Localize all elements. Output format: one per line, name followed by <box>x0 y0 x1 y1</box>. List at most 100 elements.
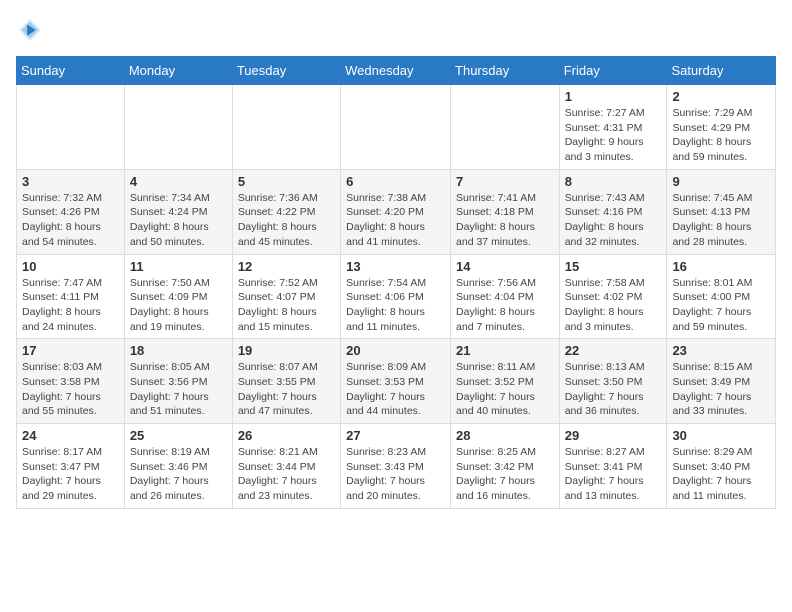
calendar-cell: 28 Sunrise: 8:25 AM Sunset: 3:42 PM Dayli… <box>451 424 560 509</box>
calendar-cell: 13 Sunrise: 7:54 AM Sunset: 4:06 PM Dayli… <box>341 254 451 339</box>
day-number: 4 <box>130 174 227 189</box>
calendar-cell <box>124 85 232 170</box>
day-number: 3 <box>22 174 119 189</box>
day-info: Sunrise: 8:17 AM Sunset: 3:47 PM Dayligh… <box>22 445 119 504</box>
day-info: Sunrise: 8:21 AM Sunset: 3:44 PM Dayligh… <box>238 445 335 504</box>
day-info: Sunrise: 7:45 AM Sunset: 4:13 PM Dayligh… <box>672 191 770 250</box>
day-info: Sunrise: 8:07 AM Sunset: 3:55 PM Dayligh… <box>238 360 335 419</box>
day-number: 24 <box>22 428 119 443</box>
day-number: 12 <box>238 259 335 274</box>
day-info: Sunrise: 7:38 AM Sunset: 4:20 PM Dayligh… <box>346 191 445 250</box>
day-number: 13 <box>346 259 445 274</box>
day-number: 9 <box>672 174 770 189</box>
day-info: Sunrise: 7:29 AM Sunset: 4:29 PM Dayligh… <box>672 106 770 165</box>
day-info: Sunrise: 8:23 AM Sunset: 3:43 PM Dayligh… <box>346 445 445 504</box>
calendar-cell <box>17 85 125 170</box>
day-info: Sunrise: 8:15 AM Sunset: 3:49 PM Dayligh… <box>672 360 770 419</box>
day-number: 25 <box>130 428 227 443</box>
day-info: Sunrise: 8:05 AM Sunset: 3:56 PM Dayligh… <box>130 360 227 419</box>
day-of-week-friday: Friday <box>559 57 667 85</box>
day-number: 27 <box>346 428 445 443</box>
day-number: 30 <box>672 428 770 443</box>
day-of-week-wednesday: Wednesday <box>341 57 451 85</box>
calendar-week-row: 3Sunrise: 7:32 AM Sunset: 4:26 PM Daylig… <box>17 169 776 254</box>
calendar-cell: 19 Sunrise: 8:07 AM Sunset: 3:55 PM Dayli… <box>232 339 340 424</box>
calendar-cell: 21Sunrise: 8:11 AM Sunset: 3:52 PM Dayli… <box>451 339 560 424</box>
day-number: 1 <box>565 89 662 104</box>
day-number: 10 <box>22 259 119 274</box>
calendar-cell: 17 Sunrise: 8:03 AM Sunset: 3:58 PM Dayli… <box>17 339 125 424</box>
calendar-cell: 5 Sunrise: 7:36 AM Sunset: 4:22 PM Daylig… <box>232 169 340 254</box>
day-info: Sunrise: 8:03 AM Sunset: 3:58 PM Dayligh… <box>22 360 119 419</box>
day-info: Sunrise: 7:56 AM Sunset: 4:04 PM Dayligh… <box>456 276 554 335</box>
day-number: 6 <box>346 174 445 189</box>
day-info: Sunrise: 8:19 AM Sunset: 3:46 PM Dayligh… <box>130 445 227 504</box>
day-number: 28 <box>456 428 554 443</box>
calendar-cell <box>232 85 340 170</box>
calendar-cell: 30Sunrise: 8:29 AM Sunset: 3:40 PM Dayli… <box>667 424 776 509</box>
day-number: 2 <box>672 89 770 104</box>
logo-icon <box>16 16 44 44</box>
day-number: 7 <box>456 174 554 189</box>
calendar-week-row: 10 Sunrise: 7:47 AM Sunset: 4:11 PM Dayli… <box>17 254 776 339</box>
calendar-cell: 26 Sunrise: 8:21 AM Sunset: 3:44 PM Dayli… <box>232 424 340 509</box>
calendar-cell: 25 Sunrise: 8:19 AM Sunset: 3:46 PM Dayli… <box>124 424 232 509</box>
calendar-cell <box>341 85 451 170</box>
calendar-cell: 16 Sunrise: 8:01 AM Sunset: 4:00 PM Dayli… <box>667 254 776 339</box>
day-number: 23 <box>672 343 770 358</box>
day-info: Sunrise: 7:34 AM Sunset: 4:24 PM Dayligh… <box>130 191 227 250</box>
day-info: Sunrise: 7:43 AM Sunset: 4:16 PM Dayligh… <box>565 191 662 250</box>
day-number: 17 <box>22 343 119 358</box>
calendar-cell: 7 Sunrise: 7:41 AM Sunset: 4:18 PM Daylig… <box>451 169 560 254</box>
day-info: Sunrise: 7:47 AM Sunset: 4:11 PM Dayligh… <box>22 276 119 335</box>
day-number: 16 <box>672 259 770 274</box>
day-number: 18 <box>130 343 227 358</box>
day-info: Sunrise: 8:11 AM Sunset: 3:52 PM Dayligh… <box>456 360 554 419</box>
calendar-cell: 2 Sunrise: 7:29 AM Sunset: 4:29 PM Daylig… <box>667 85 776 170</box>
calendar-cell: 9 Sunrise: 7:45 AM Sunset: 4:13 PM Daylig… <box>667 169 776 254</box>
page-header <box>16 16 776 44</box>
day-number: 15 <box>565 259 662 274</box>
calendar-cell: 14 Sunrise: 7:56 AM Sunset: 4:04 PM Dayli… <box>451 254 560 339</box>
calendar-header-row: SundayMondayTuesdayWednesdayThursdayFrid… <box>17 57 776 85</box>
calendar-cell: 10 Sunrise: 7:47 AM Sunset: 4:11 PM Dayli… <box>17 254 125 339</box>
day-of-week-saturday: Saturday <box>667 57 776 85</box>
day-number: 5 <box>238 174 335 189</box>
calendar-cell: 20Sunrise: 8:09 AM Sunset: 3:53 PM Dayli… <box>341 339 451 424</box>
day-of-week-tuesday: Tuesday <box>232 57 340 85</box>
calendar-cell: 23 Sunrise: 8:15 AM Sunset: 3:49 PM Dayli… <box>667 339 776 424</box>
day-info: Sunrise: 7:36 AM Sunset: 4:22 PM Dayligh… <box>238 191 335 250</box>
day-number: 8 <box>565 174 662 189</box>
day-number: 29 <box>565 428 662 443</box>
calendar-cell: 1 Sunrise: 7:27 AM Sunset: 4:31 PM Daylig… <box>559 85 667 170</box>
day-info: Sunrise: 8:25 AM Sunset: 3:42 PM Dayligh… <box>456 445 554 504</box>
day-info: Sunrise: 7:54 AM Sunset: 4:06 PM Dayligh… <box>346 276 445 335</box>
day-info: Sunrise: 7:41 AM Sunset: 4:18 PM Dayligh… <box>456 191 554 250</box>
calendar-week-row: 24 Sunrise: 8:17 AM Sunset: 3:47 PM Dayli… <box>17 424 776 509</box>
logo <box>16 16 48 44</box>
day-info: Sunrise: 8:13 AM Sunset: 3:50 PM Dayligh… <box>565 360 662 419</box>
day-of-week-thursday: Thursday <box>451 57 560 85</box>
calendar-cell: 6 Sunrise: 7:38 AM Sunset: 4:20 PM Daylig… <box>341 169 451 254</box>
calendar-cell: 11Sunrise: 7:50 AM Sunset: 4:09 PM Dayli… <box>124 254 232 339</box>
calendar-cell: 12 Sunrise: 7:52 AM Sunset: 4:07 PM Dayli… <box>232 254 340 339</box>
day-info: Sunrise: 7:27 AM Sunset: 4:31 PM Dayligh… <box>565 106 662 165</box>
day-info: Sunrise: 8:01 AM Sunset: 4:00 PM Dayligh… <box>672 276 770 335</box>
day-number: 14 <box>456 259 554 274</box>
calendar-cell: 24 Sunrise: 8:17 AM Sunset: 3:47 PM Dayli… <box>17 424 125 509</box>
day-info: Sunrise: 7:58 AM Sunset: 4:02 PM Dayligh… <box>565 276 662 335</box>
calendar-cell <box>451 85 560 170</box>
calendar-week-row: 17 Sunrise: 8:03 AM Sunset: 3:58 PM Dayli… <box>17 339 776 424</box>
day-number: 19 <box>238 343 335 358</box>
calendar-cell: 3Sunrise: 7:32 AM Sunset: 4:26 PM Daylig… <box>17 169 125 254</box>
day-info: Sunrise: 7:52 AM Sunset: 4:07 PM Dayligh… <box>238 276 335 335</box>
day-info: Sunrise: 8:09 AM Sunset: 3:53 PM Dayligh… <box>346 360 445 419</box>
day-of-week-monday: Monday <box>124 57 232 85</box>
calendar-cell: 4 Sunrise: 7:34 AM Sunset: 4:24 PM Daylig… <box>124 169 232 254</box>
calendar-table: SundayMondayTuesdayWednesdayThursdayFrid… <box>16 56 776 509</box>
calendar-cell: 15 Sunrise: 7:58 AM Sunset: 4:02 PM Dayli… <box>559 254 667 339</box>
day-info: Sunrise: 8:27 AM Sunset: 3:41 PM Dayligh… <box>565 445 662 504</box>
day-number: 26 <box>238 428 335 443</box>
calendar-cell: 27 Sunrise: 8:23 AM Sunset: 3:43 PM Dayli… <box>341 424 451 509</box>
calendar-cell: 22Sunrise: 8:13 AM Sunset: 3:50 PM Dayli… <box>559 339 667 424</box>
